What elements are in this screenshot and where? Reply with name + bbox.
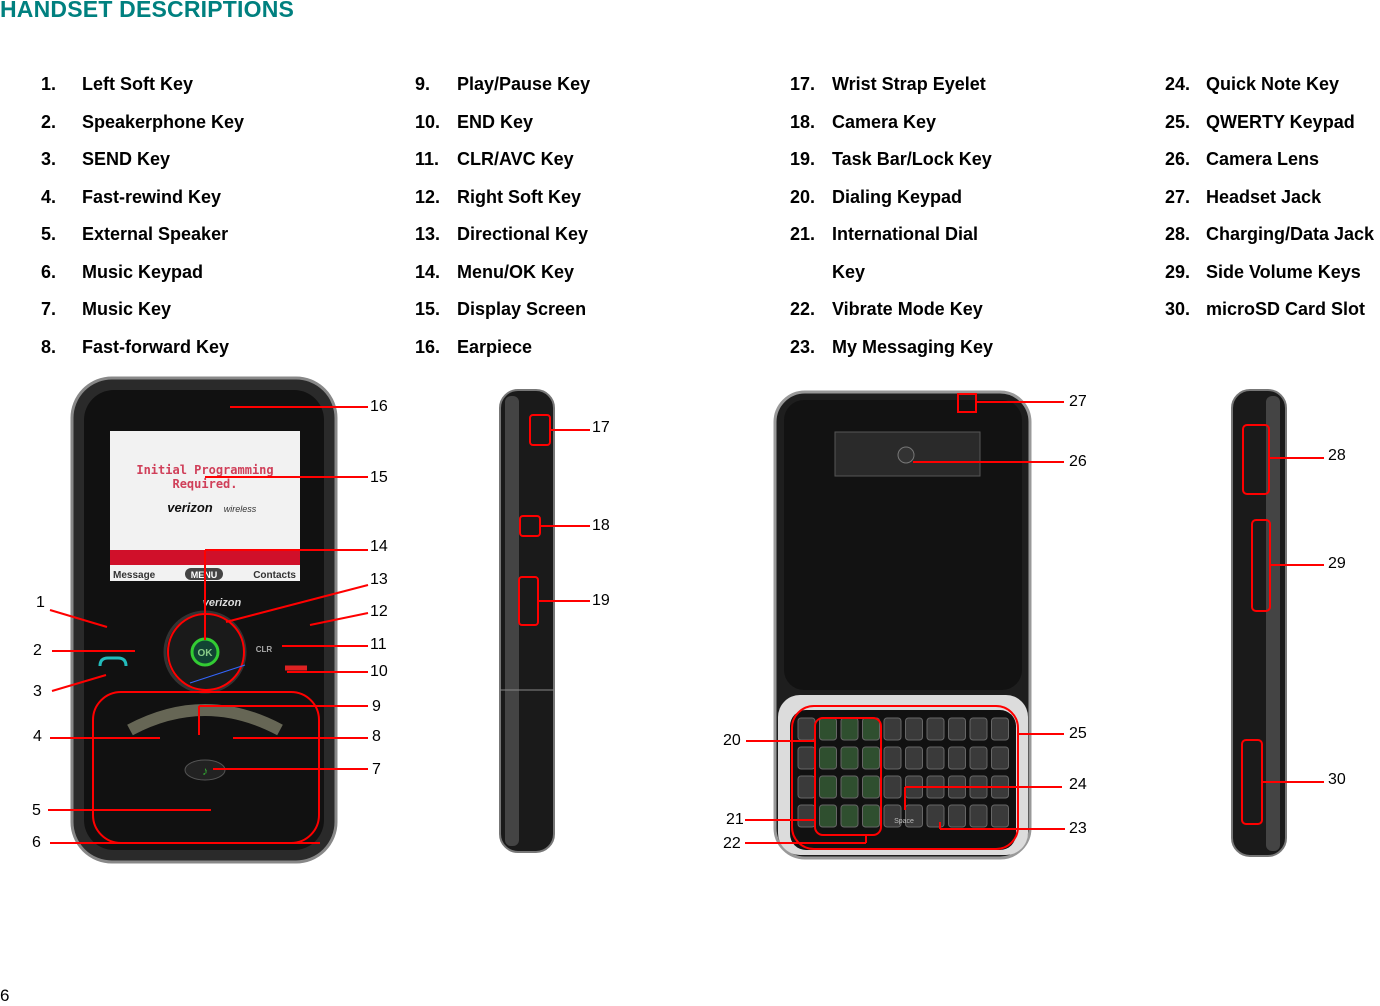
- keypad-key: [969, 804, 988, 828]
- keypad-key: [926, 717, 945, 741]
- callout-number: 13: [370, 571, 388, 588]
- callout-number: 27: [1069, 393, 1087, 410]
- keypad-key: [862, 746, 880, 770]
- callout-number: 25: [1069, 725, 1087, 742]
- keypad-key: [883, 775, 902, 799]
- keypad-key: [948, 804, 966, 828]
- callout-number: 15: [370, 469, 388, 486]
- keypad-key: [883, 746, 902, 770]
- ok-key: OK: [198, 648, 214, 659]
- screen-softkey-right: Contacts: [253, 570, 296, 581]
- music-note-icon: ♪: [202, 764, 208, 778]
- keypad-key: [840, 775, 859, 799]
- callout-number: 6: [32, 834, 41, 851]
- callout-number: 17: [592, 419, 610, 436]
- keypad-key: [819, 746, 837, 770]
- clr-key: CLR: [256, 645, 273, 654]
- screen-brand-suffix: wireless: [224, 504, 257, 514]
- keypad-key: [797, 804, 816, 828]
- callout-number: 28: [1328, 447, 1346, 464]
- keypad-key: [819, 804, 837, 828]
- callout-number: 4: [33, 728, 42, 745]
- keypad-key: [969, 746, 988, 770]
- keypad-key: [883, 717, 902, 741]
- keypad-key: [926, 746, 945, 770]
- keypad-key: [819, 775, 837, 799]
- page-number: 6: [0, 986, 10, 1005]
- callout-number: 29: [1328, 555, 1346, 572]
- keypad-key: [840, 717, 859, 741]
- keypad-key: [905, 717, 923, 741]
- callout-number: 2: [33, 642, 42, 659]
- callout-number: 19: [592, 592, 610, 609]
- keypad-key: [819, 717, 837, 741]
- screen-brand: verizon: [167, 500, 213, 515]
- keypad-key: [862, 717, 880, 741]
- keypad-key: [991, 717, 1009, 741]
- space-key: Space: [894, 818, 914, 825]
- screen-text: Initial Programming: [136, 463, 273, 477]
- keypad-key: [797, 746, 816, 770]
- keypad-key: [991, 804, 1009, 828]
- keypad-key: [926, 804, 945, 828]
- callout-number: 1: [36, 594, 45, 611]
- callout-number: 7: [372, 761, 381, 778]
- callout-number: 12: [370, 603, 388, 620]
- handset-illustrations: Initial Programming Required. verizon wi…: [48, 376, 1324, 864]
- keypad-key: [969, 717, 988, 741]
- keypad-key: [948, 746, 966, 770]
- callout-number: 21: [726, 811, 744, 828]
- keypad-key: [991, 746, 1009, 770]
- callout-number: 23: [1069, 820, 1087, 837]
- screen-text: Required.: [172, 477, 237, 491]
- callout-number: 16: [370, 398, 388, 415]
- keypad-key: [862, 775, 880, 799]
- keypad-key: [797, 717, 816, 741]
- callout-number: 9: [372, 698, 381, 715]
- phone-left-side-image: [499, 389, 555, 853]
- callout-number: 20: [723, 732, 741, 749]
- phone-brand: verizon: [203, 597, 242, 609]
- callout-number: 11: [370, 636, 387, 653]
- keypad-key: [862, 804, 880, 828]
- phone-right-side-image: [1231, 389, 1287, 857]
- callout-number: 22: [723, 835, 741, 852]
- keypad-key: [840, 746, 859, 770]
- keypad-key: [905, 746, 923, 770]
- callout-number: 3: [33, 683, 42, 700]
- callout-number: 18: [592, 517, 610, 534]
- keypad-key: [948, 717, 966, 741]
- callout-number: 5: [32, 802, 41, 819]
- callout-number: 26: [1069, 453, 1087, 470]
- keypad-key: [797, 775, 816, 799]
- callout-number: 10: [370, 663, 388, 680]
- callout-number: 30: [1328, 771, 1346, 788]
- keypad-key: [840, 804, 859, 828]
- callout-number: 24: [1069, 776, 1087, 793]
- callout-number: 14: [370, 538, 388, 555]
- callout-number: 8: [372, 728, 381, 745]
- screen-softkey-left: Message: [113, 570, 156, 581]
